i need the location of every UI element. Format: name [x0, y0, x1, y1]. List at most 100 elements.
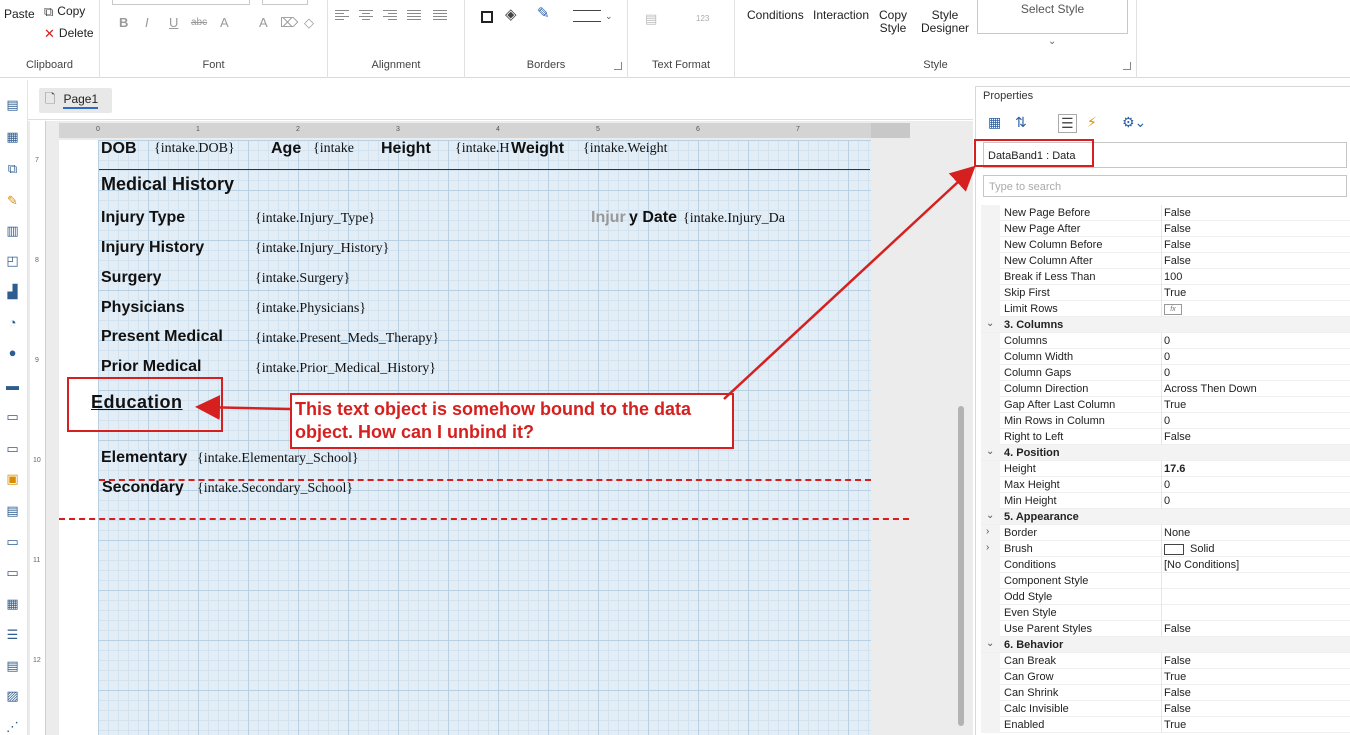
page1-tab[interactable]: 🗋 Page1 — [39, 88, 112, 113]
style-designer-button[interactable]: Style Designer — [921, 9, 969, 35]
conditions-button[interactable]: Conditions — [747, 9, 804, 22]
property-category[interactable]: ⌄ 5. Appearance — [981, 509, 1350, 525]
chevron-down-icon[interactable]: ⌄ — [986, 446, 994, 457]
copy-button[interactable]: ⧉ Copy — [44, 4, 85, 18]
physicians-label[interactable]: Physicians — [101, 299, 185, 317]
font-color-icon[interactable]: A — [220, 15, 229, 30]
property-row[interactable]: Height 17.6 — [981, 461, 1350, 477]
property-row[interactable]: › Border None — [981, 525, 1350, 541]
align-justify-icon[interactable] — [407, 10, 421, 22]
injury-type-field[interactable]: {intake.Injury_Type} — [255, 211, 375, 227]
property-row[interactable]: Enabled True — [981, 717, 1350, 733]
barcode-icon[interactable]: ▥ — [4, 222, 21, 239]
property-row[interactable]: Columns 0 — [981, 333, 1350, 349]
property-row[interactable]: New Column Before False — [981, 237, 1350, 253]
property-row[interactable]: Can Shrink False — [981, 685, 1350, 701]
property-value[interactable]: True — [1164, 399, 1186, 411]
band-icon[interactable]: ▬ — [4, 377, 21, 394]
property-row[interactable]: Max Height 0 — [981, 477, 1350, 493]
copy-style-button[interactable]: Copy Style — [879, 9, 907, 35]
panel-icon[interactable]: ▭ — [4, 533, 21, 550]
border-color-icon[interactable]: ✎ — [537, 6, 550, 21]
property-value[interactable]: True — [1164, 287, 1186, 299]
interaction-button[interactable]: Interaction — [813, 9, 869, 22]
property-row[interactable]: Conditions [No Conditions] — [981, 557, 1350, 573]
property-row[interactable]: Even Style — [981, 605, 1350, 621]
property-row[interactable]: Column Direction Across Then Down — [981, 381, 1350, 397]
eraser-icon[interactable]: ◇ — [304, 15, 314, 31]
surgery-field[interactable]: {intake.Surgery} — [255, 271, 350, 287]
property-value[interactable]: None — [1164, 527, 1190, 539]
align-center-icon[interactable] — [359, 10, 373, 22]
property-value[interactable]: False — [1164, 431, 1191, 443]
property-value[interactable]: False — [1164, 623, 1191, 635]
property-row[interactable]: Calc Invisible False — [981, 701, 1350, 717]
injury-history-label[interactable]: Injury History — [101, 239, 204, 257]
picture-icon[interactable]: ▨ — [4, 687, 21, 704]
height-label[interactable]: Height — [381, 140, 431, 158]
align-vertical-icon[interactable] — [433, 10, 447, 22]
property-row[interactable]: Column Width 0 — [981, 349, 1350, 365]
bold-icon[interactable]: B — [119, 15, 128, 30]
property-value[interactable]: 0 — [1164, 479, 1170, 491]
age-label[interactable]: Age — [271, 140, 301, 158]
cross-tab-icon[interactable]: ▦ — [4, 595, 21, 612]
property-value[interactable]: True — [1164, 719, 1186, 731]
chevron-down-icon[interactable]: ⌄ — [986, 638, 994, 649]
property-row[interactable]: Can Grow True — [981, 669, 1350, 685]
property-value[interactable]: False — [1164, 655, 1191, 667]
clear-format-icon[interactable]: ⌦ — [280, 15, 298, 31]
chevron-right-icon[interactable]: › — [986, 526, 989, 537]
image-band-icon[interactable]: ▣ — [4, 470, 21, 487]
property-value[interactable]: False — [1164, 687, 1191, 699]
label-icon[interactable]: ▤ — [4, 657, 21, 674]
property-category[interactable]: ⌄ 3. Columns — [981, 317, 1350, 333]
injury-date-field[interactable]: {intake.Injury_Da — [683, 211, 801, 227]
elementary-label[interactable]: Elementary — [101, 449, 187, 467]
component-icon[interactable]: ◰ — [4, 252, 21, 269]
delete-button[interactable]: ✕ Delete — [44, 26, 94, 40]
physicians-field[interactable]: {intake.Physicians} — [255, 301, 366, 317]
fill-color-icon[interactable]: ◈ — [505, 7, 517, 22]
dialog-launcher-icon[interactable] — [614, 62, 622, 70]
format-icon[interactable]: ▤ — [645, 12, 657, 25]
settings-gear-icon[interactable]: ⚙⌄ — [1122, 114, 1146, 131]
strikethrough-icon[interactable]: abc — [191, 17, 207, 28]
events-icon[interactable]: ⚡ — [1087, 114, 1097, 131]
property-value[interactable]: False — [1164, 255, 1191, 267]
property-category[interactable]: ⌄ 4. Position — [981, 445, 1350, 461]
weight-label[interactable]: Weight — [511, 140, 564, 158]
property-row[interactable]: New Page After False — [981, 221, 1350, 237]
border-style-icon[interactable] — [573, 10, 601, 22]
property-row[interactable]: New Page Before False — [981, 205, 1350, 221]
property-row[interactable]: Column Gaps 0 — [981, 365, 1350, 381]
property-value[interactable]: fx — [1164, 303, 1182, 315]
property-value[interactable]: 0 — [1164, 367, 1170, 379]
dob-label[interactable]: DOB — [101, 140, 137, 158]
table-icon[interactable]: ▦ — [4, 128, 21, 145]
number-format-icon[interactable]: 123 — [696, 14, 709, 23]
gauge-icon[interactable]: ◔ — [4, 314, 21, 331]
property-value[interactable]: 100 — [1164, 271, 1182, 283]
align-right-icon[interactable] — [383, 10, 397, 22]
property-value[interactable]: False — [1164, 223, 1191, 235]
property-value[interactable]: 0 — [1164, 415, 1170, 427]
property-row[interactable]: Component Style — [981, 573, 1350, 589]
weight-field[interactable]: {intake.Weight — [583, 141, 668, 157]
page-header-icon[interactable]: ▤ — [4, 96, 21, 113]
chevron-down-icon[interactable]: ⌄ — [605, 10, 613, 23]
property-value[interactable]: Across Then Down — [1164, 383, 1257, 395]
border-all-icon[interactable] — [481, 11, 493, 23]
property-row[interactable]: New Column After False — [981, 253, 1350, 269]
prior-medical-label[interactable]: Prior Medical — [101, 358, 201, 376]
property-row[interactable]: Can Break False — [981, 653, 1350, 669]
present-medical-field[interactable]: {intake.Present_Meds_Therapy} — [255, 331, 439, 347]
surgery-label[interactable]: Surgery — [101, 269, 161, 287]
property-value[interactable]: False — [1164, 239, 1191, 251]
style-dialog-launcher-icon[interactable] — [1123, 62, 1131, 70]
property-value[interactable]: 0 — [1164, 495, 1170, 507]
property-value[interactable]: False — [1164, 703, 1191, 715]
property-row[interactable]: Min Height 0 — [981, 493, 1350, 509]
injury-date-label[interactable]: y Date — [629, 209, 677, 227]
property-row[interactable]: Use Parent Styles False — [981, 621, 1350, 637]
